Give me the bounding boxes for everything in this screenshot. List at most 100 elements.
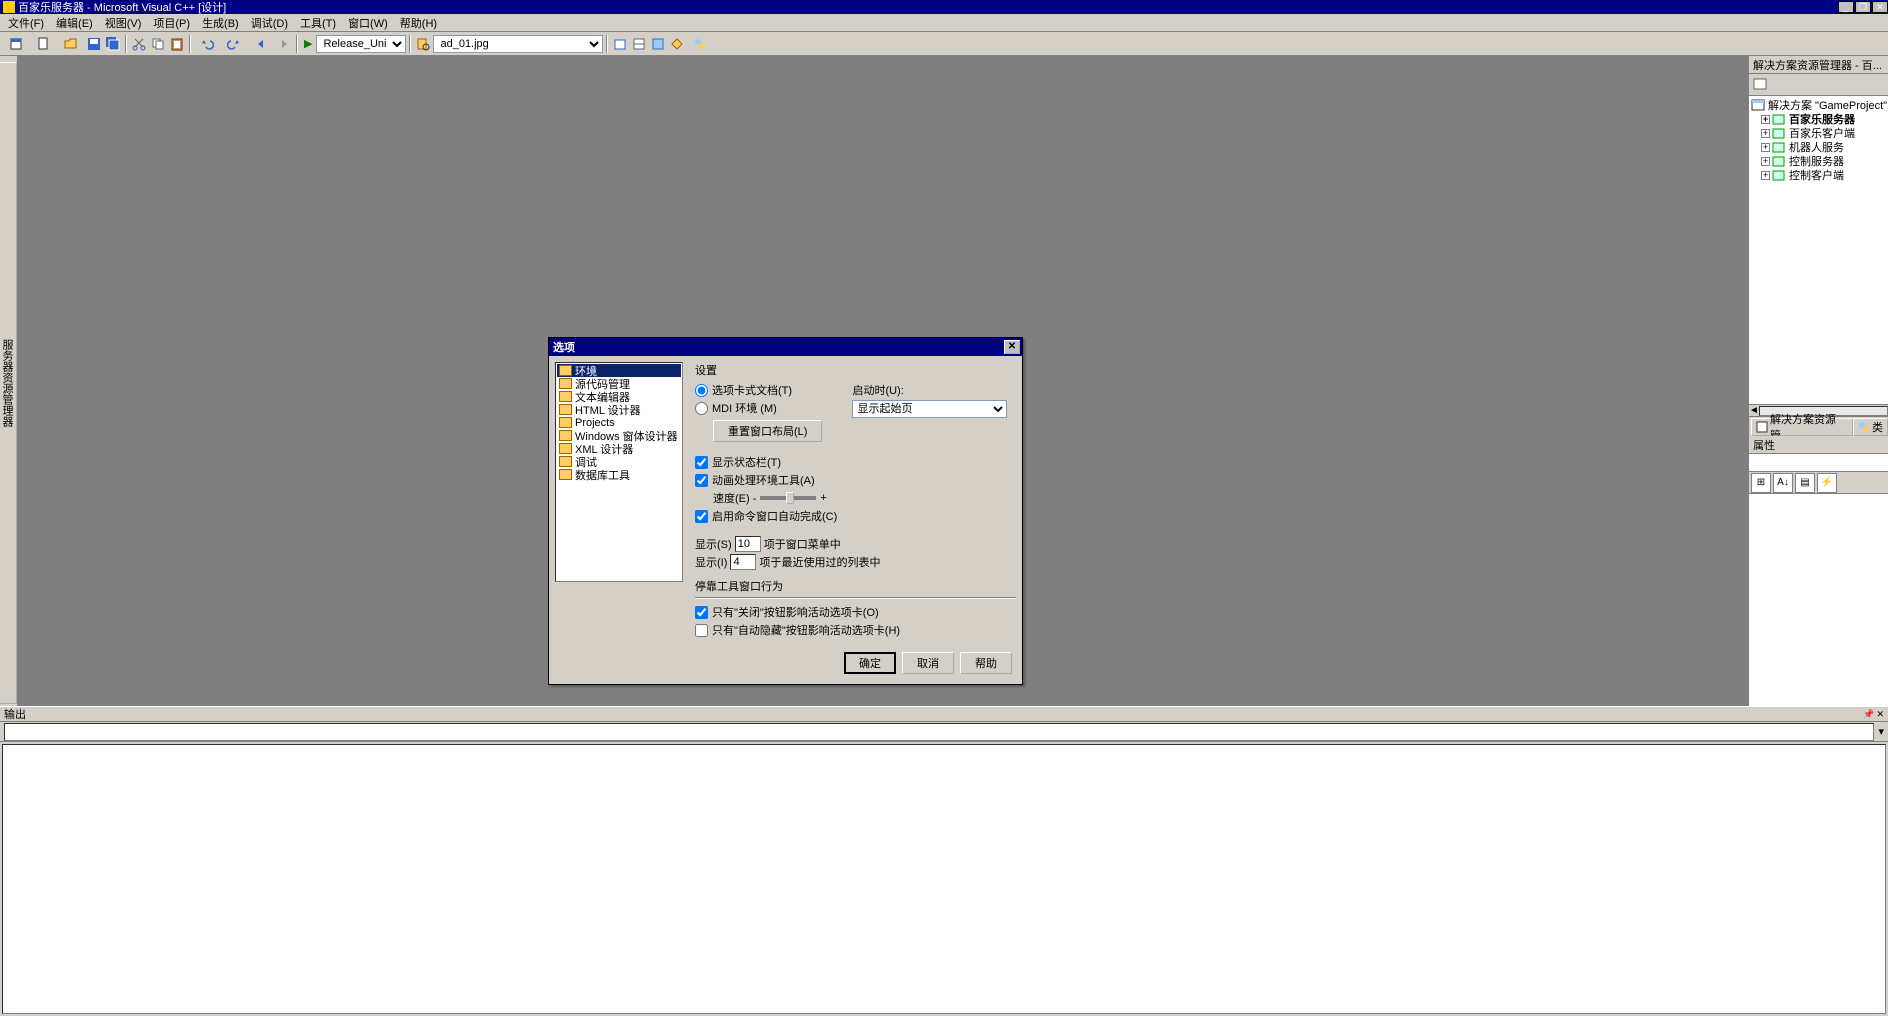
help-button[interactable]: 帮助 (960, 652, 1012, 674)
menu-tools[interactable]: 工具(T) (294, 15, 342, 31)
tree-item-database[interactable]: 数据库工具 (557, 468, 681, 481)
checkbox-statusbar[interactable] (695, 456, 708, 469)
toolbox-button[interactable] (668, 35, 686, 53)
maximize-button[interactable]: ❐ (1855, 1, 1871, 13)
pin-icon[interactable]: 📌 (1863, 709, 1874, 720)
paste-button[interactable] (168, 35, 186, 53)
menu-edit[interactable]: 编辑(E) (50, 15, 99, 31)
folder-icon (559, 378, 572, 389)
speed-label: 速度(E) - (713, 490, 756, 506)
folder-icon (559, 430, 572, 441)
solution-root-node[interactable]: 解决方案 "GameProject" ( (1751, 98, 1886, 112)
radio-mdi[interactable] (695, 402, 708, 415)
checkbox-animate[interactable] (695, 474, 708, 487)
slider-thumb[interactable] (786, 492, 794, 504)
menu-debug[interactable]: 调试(D) (245, 15, 294, 31)
tab-class-view[interactable]: 类 (1853, 418, 1888, 436)
dropdown-icon[interactable]: ▾ (1878, 725, 1884, 738)
tab-solution-explorer[interactable]: 解决方案资源管... (1751, 418, 1853, 436)
dialog-body: 环境 源代码管理 文本编辑器 HTML 设计器 Projects Windows… (549, 356, 1022, 646)
undo-button[interactable] (194, 35, 220, 53)
toolbar-sep (125, 35, 127, 53)
solution-button[interactable] (611, 35, 629, 53)
nav-back-button[interactable] (248, 35, 274, 53)
categorized-button[interactable]: ⊞ (1751, 473, 1771, 493)
alphabetical-button[interactable]: A↓ (1773, 473, 1793, 493)
scroll-left-icon[interactable]: ◄ (1749, 405, 1759, 416)
solution-explorer-toolbar (1749, 74, 1888, 96)
ok-button[interactable]: 确定 (844, 652, 896, 674)
project-node[interactable]: +百家乐客户端 (1761, 126, 1886, 140)
titlebar-text: 百家乐服务器 - Microsoft Visual C++ [设计] (18, 0, 226, 15)
output-source-combo[interactable] (4, 723, 1874, 741)
project-node[interactable]: +机器人服务 (1761, 140, 1886, 154)
properties-button[interactable] (630, 35, 648, 53)
cancel-button[interactable]: 取消 (902, 652, 954, 674)
expander-icon[interactable]: + (1761, 171, 1770, 180)
object-browser-button[interactable] (649, 35, 667, 53)
project-node[interactable]: +控制客户端 (1761, 168, 1886, 182)
options-category-tree[interactable]: 环境 源代码管理 文本编辑器 HTML 设计器 Projects Windows… (555, 362, 683, 582)
speed-slider[interactable] (760, 496, 816, 500)
minimize-button[interactable]: _ (1838, 1, 1854, 13)
dialog-button-row: 确定 取消 帮助 (549, 646, 1022, 684)
checkbox-autocomplete[interactable] (695, 510, 708, 523)
expander-icon[interactable]: + (1761, 143, 1770, 152)
close-icon[interactable]: ✕ (1876, 709, 1884, 720)
project-node[interactable]: +百家乐服务器 (1761, 112, 1886, 126)
close-button[interactable]: ✕ (1872, 1, 1888, 13)
checkbox-close-active-tab[interactable] (695, 606, 708, 619)
window-menu-count-input[interactable] (735, 536, 761, 552)
properties-grid[interactable] (1749, 494, 1888, 706)
menu-window[interactable]: 窗口(W) (342, 15, 394, 31)
docked-group-label: 停靠工具窗口行为 (695, 581, 783, 593)
open-button[interactable] (58, 35, 84, 53)
dialog-close-button[interactable]: ✕ (1004, 340, 1020, 354)
output-text-area[interactable] (2, 744, 1886, 1014)
checkbox-autohide-active-tab[interactable] (695, 624, 708, 637)
start-icon[interactable]: ▶ (304, 37, 312, 50)
save-all-button[interactable] (104, 35, 122, 53)
menu-build[interactable]: 生成(B) (196, 15, 245, 31)
nav-forward-button[interactable] (275, 35, 293, 53)
project-icon (1772, 169, 1786, 181)
menu-file[interactable]: 文件(F) (2, 15, 50, 31)
menu-help[interactable]: 帮助(H) (394, 15, 443, 31)
events-button[interactable]: ⚡ (1817, 473, 1837, 493)
folder-icon (559, 365, 572, 376)
config-combo[interactable]: Release_Unicode (316, 35, 406, 53)
properties-header[interactable]: 属性 (1749, 436, 1888, 454)
menu-project[interactable]: 项目(P) (147, 15, 196, 31)
toolbar: ▶ Release_Unicode ad_01.jpg (0, 32, 1888, 56)
cut-button[interactable] (130, 35, 148, 53)
server-explorer-tab[interactable]: 服务器资源管理器 (0, 62, 17, 704)
radio-tabbed-docs[interactable] (695, 384, 708, 397)
properties-button[interactable]: ▤ (1795, 473, 1815, 493)
add-item-button[interactable] (31, 35, 57, 53)
expander-icon[interactable]: + (1761, 157, 1770, 166)
menu-view[interactable]: 视图(V) (99, 15, 148, 31)
window-controls: _ ❐ ✕ (1837, 1, 1888, 13)
find-in-files-icon[interactable] (414, 35, 432, 53)
properties-object-combo[interactable] (1749, 454, 1888, 472)
reset-layout-button[interactable]: 重置窗口布局(L) (713, 420, 822, 442)
solution-tree[interactable]: 解决方案 "GameProject" ( +百家乐服务器 +百家乐客户端 +机器… (1749, 96, 1888, 404)
find-combo[interactable]: ad_01.jpg (433, 35, 603, 53)
expander-icon[interactable]: + (1761, 129, 1770, 138)
redo-button[interactable] (221, 35, 247, 53)
class-view-button[interactable] (687, 35, 713, 53)
project-node[interactable]: +控制服务器 (1761, 154, 1886, 168)
new-project-button[interactable] (4, 35, 30, 53)
output-source-row: ▾ (0, 722, 1888, 742)
solution-explorer-header[interactable]: 解决方案资源管理器 - 百... (1749, 56, 1888, 74)
mru-count-input[interactable] (730, 554, 756, 570)
dialog-titlebar[interactable]: 选项 ✕ (549, 338, 1022, 356)
startup-select[interactable]: 显示起始页 (852, 400, 1007, 418)
right-dock: 解决方案资源管理器 - 百... 解决方案 "GameProject" ( +百… (1748, 56, 1888, 706)
tree-item-html-designer[interactable]: HTML 设计器 (557, 403, 681, 416)
expander-icon[interactable]: + (1761, 115, 1770, 124)
view-code-icon[interactable] (1753, 77, 1769, 93)
copy-button[interactable] (149, 35, 167, 53)
output-header[interactable]: 输出 📌 ✕ (0, 706, 1888, 722)
save-button[interactable] (85, 35, 103, 53)
